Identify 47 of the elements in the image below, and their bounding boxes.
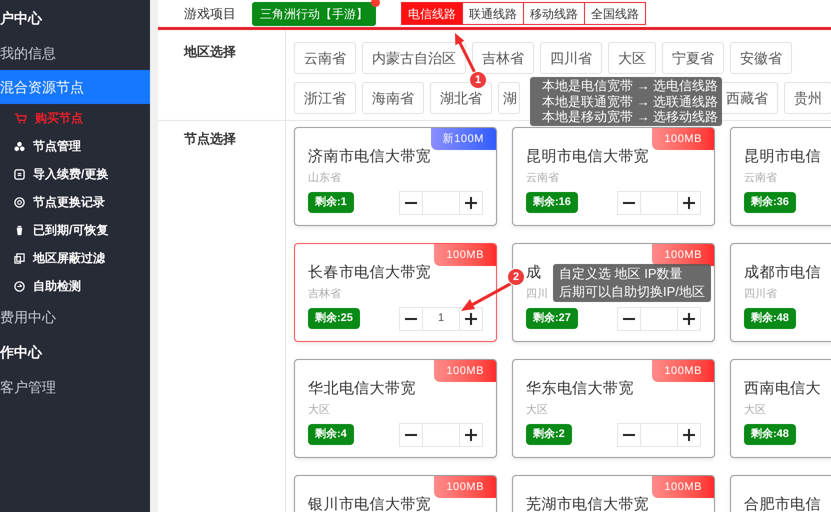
card-title: 合肥市电信	[744, 496, 821, 512]
card-title: 成	[526, 264, 542, 282]
province-label: 四川	[526, 287, 548, 302]
card-title: 华东电信大带宽	[526, 380, 634, 398]
bandwidth-badge: 100MB	[652, 360, 714, 382]
stock-badge: 剩余:4	[308, 424, 354, 445]
province-label: 吉林省	[308, 287, 341, 302]
card-title: 芜湖市电信大带宽	[526, 496, 649, 512]
province-label: 大区	[308, 403, 330, 418]
card-title: 成都市电信	[744, 264, 821, 282]
card-title: 济南市电信大带宽	[308, 148, 431, 166]
card-title: 昆明市电信	[744, 148, 821, 166]
province-label: 山东省	[308, 170, 341, 186]
card-title: 华北电信大带宽	[308, 380, 416, 398]
province-label: 大区	[526, 403, 548, 418]
section-label: 节点选择	[184, 131, 236, 146]
section-label: 地区选择	[184, 44, 236, 59]
tooltip-text: 本地是联通宽带 → 选联通线路	[542, 94, 718, 109]
stock-badge: 剩余:1	[308, 192, 354, 213]
province-label: 大区	[744, 403, 766, 418]
stock-badge: 剩余:36	[744, 192, 796, 213]
bandwidth-badge: 新100M	[430, 128, 496, 150]
bandwidth-badge: 100MB	[434, 360, 496, 382]
stock-badge: 剩余:25	[308, 308, 360, 329]
province-label: 云南省	[526, 171, 559, 186]
bandwidth-badge: 100MB	[434, 476, 496, 498]
tooltip-text: 本地是移动宽带 → 选移动线路	[542, 109, 718, 124]
card-title: 长春市电信大带宽	[308, 264, 431, 282]
sidebar-section-header: 户中心	[0, 8, 44, 28]
card-title: 银川市电信大带宽	[308, 496, 431, 512]
bandwidth-badge: 100MB	[652, 476, 714, 498]
card-title: 昆明市电信大带宽	[526, 148, 649, 166]
bandwidth-badge: 100MB	[652, 244, 714, 266]
tooltip-text: 后期可以自助切换IP/地区	[559, 283, 705, 301]
bandwidth-badge: 100MB	[652, 128, 714, 150]
stock-badge: 剩余:16	[526, 192, 578, 213]
bandwidth-badge: 100MB	[434, 244, 496, 266]
tooltip-text: 自定义选 地区 IP数量	[559, 265, 684, 283]
province-label: 四川省	[744, 287, 777, 302]
province-label: 云南省	[744, 171, 777, 186]
stock-badge: 剩余:48	[744, 424, 796, 445]
stock-badge: 剩余:27	[526, 308, 578, 329]
card-title: 西南电信大	[744, 380, 821, 398]
stock-badge: 剩余:2	[526, 424, 572, 445]
field-label: 游戏项目	[184, 4, 236, 23]
tooltip-text: 本地是电信宽带 → 选电信线路	[542, 78, 718, 94]
stock-badge: 剩余:48	[744, 308, 796, 329]
